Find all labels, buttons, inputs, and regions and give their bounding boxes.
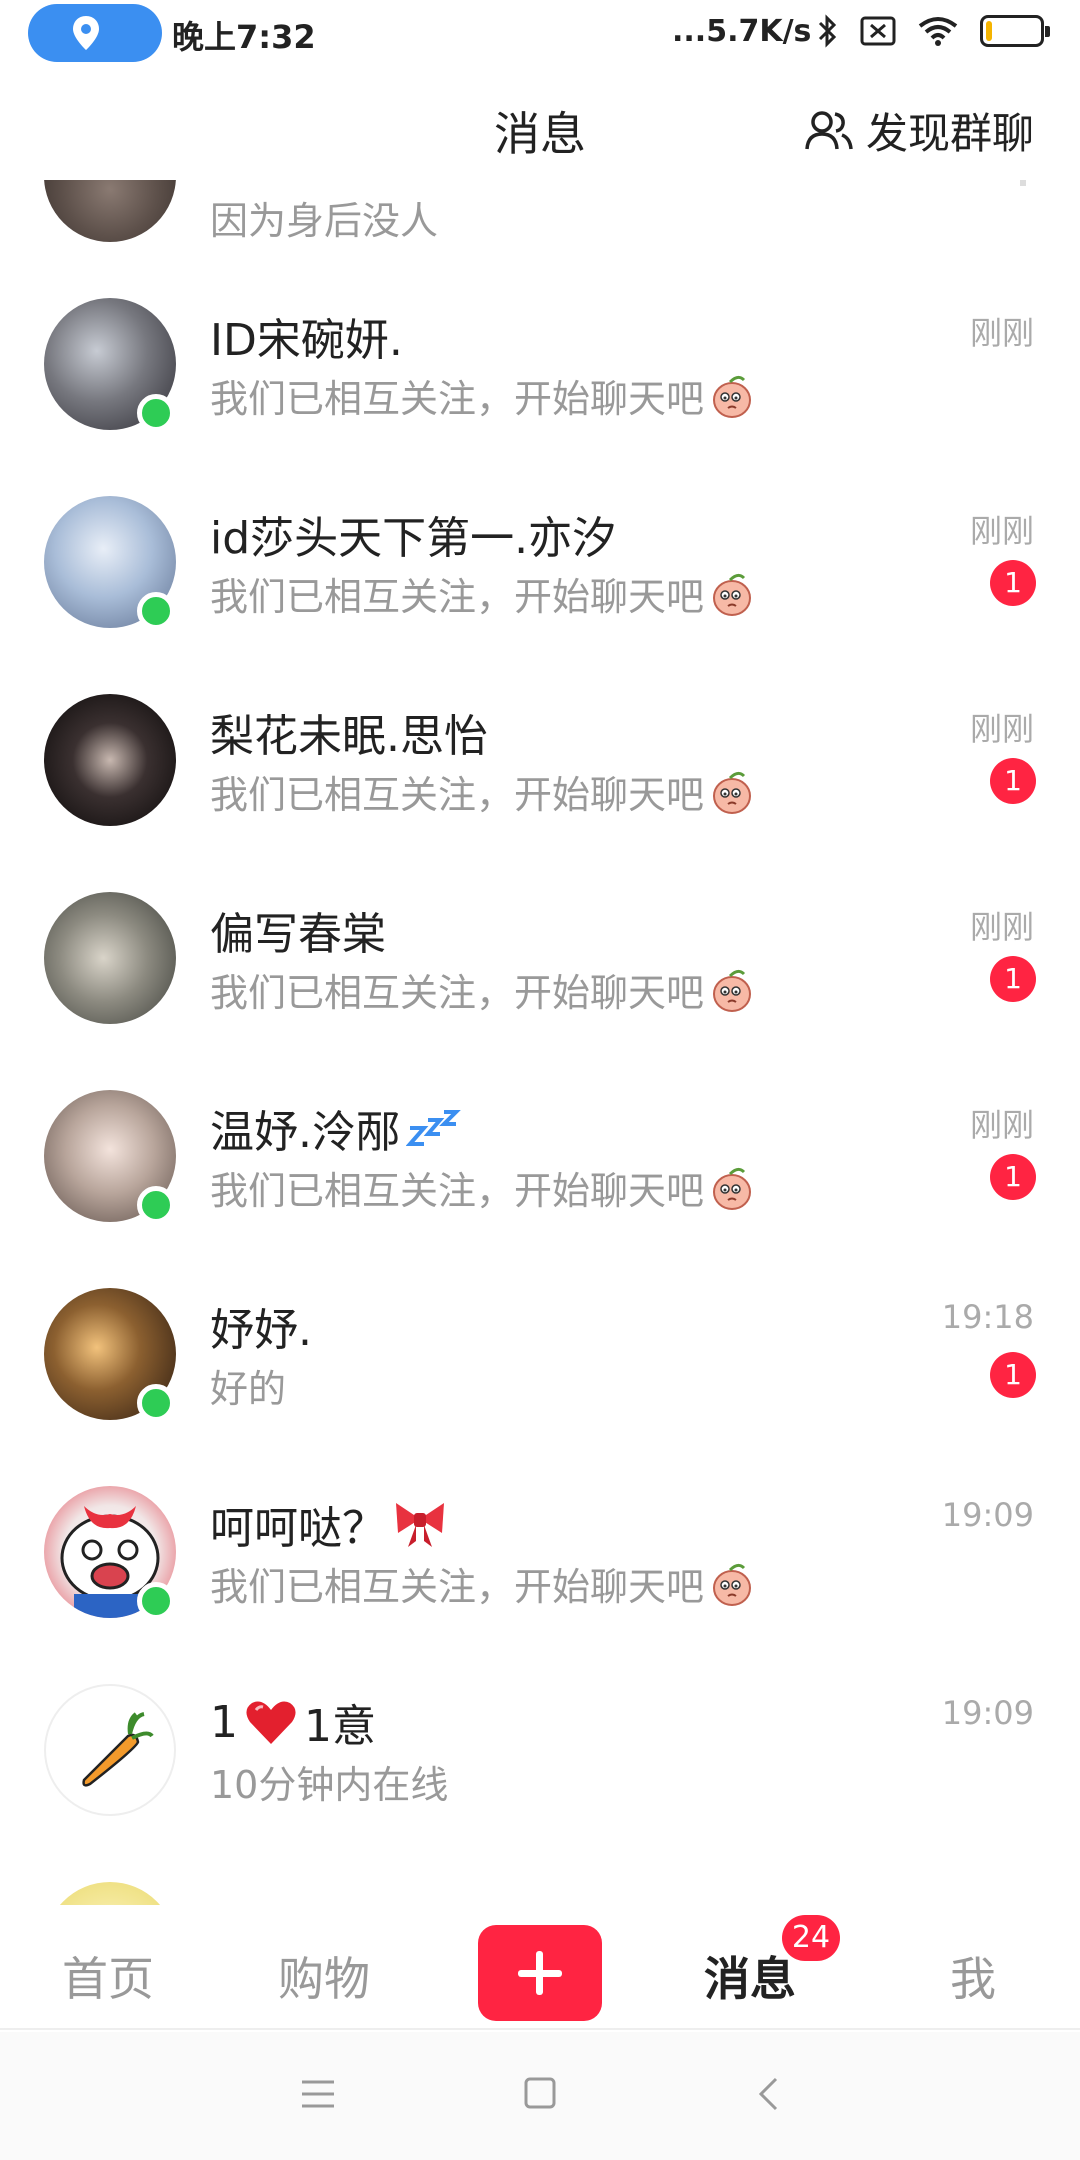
discover-group-chat-button[interactable]: 发现群聊	[804, 100, 1034, 161]
avatar	[44, 1882, 176, 1905]
contact-name: 梨花未眠.思怡	[210, 711, 488, 762]
message-time: 刚刚	[969, 512, 1034, 550]
peach-emoji-icon	[713, 1563, 752, 1606]
message-time: 19:09	[941, 1496, 1034, 1534]
nav-home[interactable]: 首页	[62, 1943, 154, 2009]
peach-emoji-icon	[713, 1167, 752, 1210]
online-status-dot	[137, 394, 175, 432]
message-preview: 我们已相互关注，开始聊天吧	[210, 566, 756, 621]
bottom-nav: 首页 购物 消息 24 我	[0, 1905, 1080, 2030]
conversation-row[interactable]: 因为身后没人	[0, 180, 1080, 308]
conversation-list[interactable]: 因为身后没人 ID宋碗妍. 我们已相互关注，开始聊天吧 刚刚 id莎头天下第一.…	[0, 180, 1080, 1905]
battery-level	[986, 21, 992, 41]
status-bar: 晚上7:32 ...5.7K/s	[0, 0, 1080, 70]
status-icons	[816, 14, 1050, 48]
unread-badge: 1	[990, 1352, 1036, 1398]
location-icon	[73, 16, 99, 50]
contact-name: 偏写春棠	[210, 909, 386, 960]
nav-shopping[interactable]: 购物	[278, 1943, 370, 2009]
message-preview: 我们已相互关注，开始聊天吧	[210, 962, 756, 1017]
pin-icon	[1020, 180, 1026, 186]
header: 消息 发现群聊	[0, 80, 1080, 180]
conversation-row[interactable]: 偏写春棠 我们已相互关注，开始聊天吧 刚刚 1	[0, 884, 1080, 1082]
message-time: 刚刚	[969, 314, 1034, 352]
status-time: 晚上7:32	[172, 18, 316, 56]
home-square-icon[interactable]	[523, 2076, 557, 2110]
unread-badge: 1	[990, 560, 1036, 606]
unread-badge: 1	[990, 1154, 1036, 1200]
sim-icon	[860, 16, 896, 46]
message-preview: 因为身后没人	[210, 199, 439, 243]
message-preview: 10分钟内在线	[210, 1763, 449, 1807]
message-preview: 好的	[210, 1367, 287, 1411]
message-time: 刚刚	[969, 908, 1034, 946]
message-time: 19:18	[941, 1298, 1034, 1336]
group-users-icon	[805, 110, 853, 149]
peach-emoji-icon	[713, 375, 752, 418]
message-preview: 我们已相互关注，开始聊天吧	[210, 1556, 756, 1611]
unread-badge: 1	[990, 956, 1036, 1002]
red-bow-icon	[396, 1503, 444, 1547]
system-navigation-bar	[0, 2032, 1080, 2160]
nav-messages[interactable]: 消息	[704, 1943, 796, 2009]
contact-name: 妤妤.	[210, 1305, 312, 1356]
online-status-dot	[137, 1384, 175, 1422]
message-time: 刚刚	[969, 1106, 1034, 1144]
conversation-row[interactable]	[0, 1874, 1080, 1905]
conversation-row[interactable]: ID宋碗妍. 我们已相互关注，开始聊天吧 刚刚	[0, 290, 1080, 488]
unread-badge: 1	[990, 758, 1036, 804]
conversation-row[interactable]: 梨花未眠.思怡 我们已相互关注，开始聊天吧 刚刚 1	[0, 686, 1080, 884]
nav-me[interactable]: 我	[950, 1943, 996, 2009]
conversation-row[interactable]: id莎头天下第一.亦汐 我们已相互关注，开始聊天吧 刚刚 1	[0, 488, 1080, 686]
contact-name: 呵呵哒？	[210, 1492, 448, 1556]
avatar	[44, 694, 176, 826]
conversation-row[interactable]: 呵呵哒？ 我们已相互关注，开始聊天吧 19:09	[0, 1478, 1080, 1676]
sleeping-zzz-icon	[406, 1110, 461, 1146]
location-pill	[28, 4, 162, 62]
publish-plus-button[interactable]	[478, 1925, 602, 2021]
contact-name: 1 1意	[210, 1696, 376, 1753]
wifi-icon	[918, 17, 958, 46]
red-heart-icon	[246, 1701, 296, 1744]
conversation-row[interactable]: 1 1意 10分钟内在线 19:09	[0, 1676, 1080, 1874]
avatar	[44, 892, 176, 1024]
online-status-dot	[137, 1582, 175, 1620]
network-speed: ...5.7K/s	[672, 14, 812, 49]
message-time: 刚刚	[969, 710, 1034, 748]
contact-name: ID宋碗妍.	[210, 315, 403, 366]
message-preview: 我们已相互关注，开始聊天吧	[210, 764, 756, 819]
message-preview: 我们已相互关注，开始聊天吧	[210, 1160, 756, 1215]
contact-name: id莎头天下第一.亦汐	[210, 513, 617, 564]
conversation-row[interactable]: 妤妤. 好的 19:18 1	[0, 1280, 1080, 1478]
online-status-dot	[137, 592, 175, 630]
menu-icon[interactable]	[300, 2078, 336, 2110]
battery-icon	[980, 15, 1050, 47]
peach-emoji-icon	[713, 573, 752, 616]
peach-emoji-icon	[713, 771, 752, 814]
bluetooth-icon	[818, 14, 837, 48]
message-count-badge: 24	[782, 1915, 840, 1961]
carrot-icon	[82, 1712, 154, 1787]
message-preview: 我们已相互关注，开始聊天吧	[210, 368, 756, 423]
avatar	[44, 1684, 176, 1816]
back-icon[interactable]	[756, 2076, 780, 2112]
peach-emoji-icon	[713, 969, 752, 1012]
discover-label: 发现群聊	[865, 109, 1034, 158]
message-time: 19:09	[941, 1694, 1034, 1732]
conversation-row[interactable]: 温妤.泠邴 我们已相互关注，开始聊天吧 刚刚 1	[0, 1082, 1080, 1280]
avatar	[44, 180, 176, 242]
online-status-dot	[137, 1186, 175, 1224]
contact-name: 温妤.泠邴	[210, 1096, 462, 1160]
